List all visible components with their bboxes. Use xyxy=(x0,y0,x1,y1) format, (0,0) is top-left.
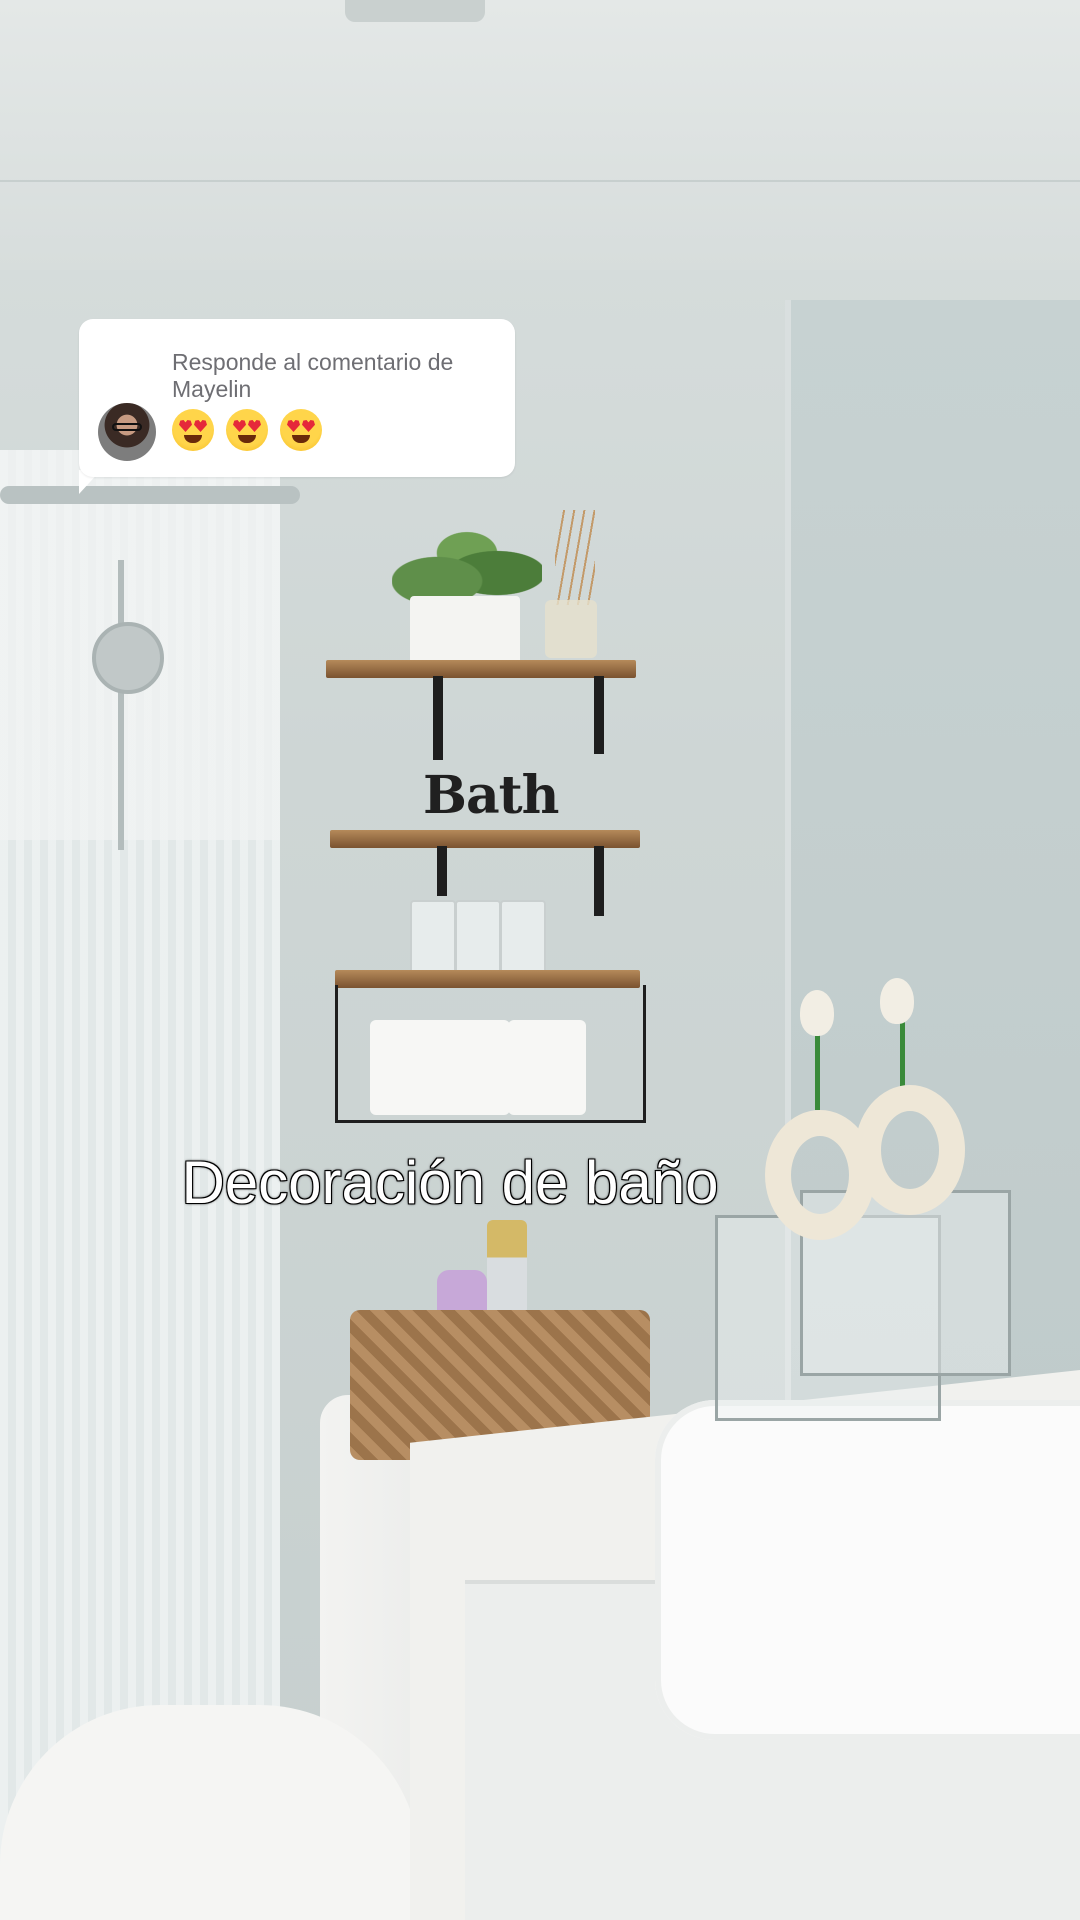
diffuser-sticks xyxy=(555,510,595,605)
shelf-bracket xyxy=(594,846,604,916)
shelf-bracket xyxy=(594,676,604,754)
showerhead xyxy=(92,622,164,694)
heart-eyes-emoji xyxy=(226,409,268,451)
avatar-glasses xyxy=(112,423,142,431)
video-caption: Decoración de baño xyxy=(180,1148,719,1217)
bath-sign: Bath xyxy=(423,765,559,826)
shelf-bracket xyxy=(433,676,443,760)
ceiling-edge xyxy=(0,180,1080,182)
plant-pot xyxy=(410,596,520,666)
shower-hose xyxy=(118,560,124,850)
reed-diffuser xyxy=(545,600,597,658)
heart-eyes-emoji xyxy=(280,409,322,451)
tulip-stem xyxy=(815,1030,820,1110)
apothecary-jar xyxy=(455,900,501,974)
tulip-stem xyxy=(900,1015,905,1095)
ceiling xyxy=(0,0,1080,270)
sink-basin xyxy=(655,1400,1080,1740)
video-frame: Bath Responde al comentario de Mayelin D… xyxy=(0,0,1080,1920)
apothecary-jar xyxy=(410,900,456,974)
apothecary-jar xyxy=(500,900,546,974)
reply-title: Responde al comentario de Mayelin xyxy=(172,349,454,402)
toilet-paper-roll xyxy=(508,1020,586,1115)
plant-leaves xyxy=(392,525,542,605)
tulip-flower xyxy=(800,990,834,1036)
shelf-top xyxy=(326,660,636,678)
curtain-rod xyxy=(0,486,300,504)
ceiling-vent xyxy=(345,0,485,22)
toilet-seat xyxy=(0,1705,420,1920)
heart-eyes-emoji xyxy=(172,409,214,451)
toilet-paper-roll xyxy=(432,1020,510,1115)
shelf-bracket xyxy=(437,846,447,896)
reply-comment-text xyxy=(172,409,322,451)
commenter-avatar[interactable] xyxy=(98,403,156,461)
tulip-flower xyxy=(880,978,914,1024)
